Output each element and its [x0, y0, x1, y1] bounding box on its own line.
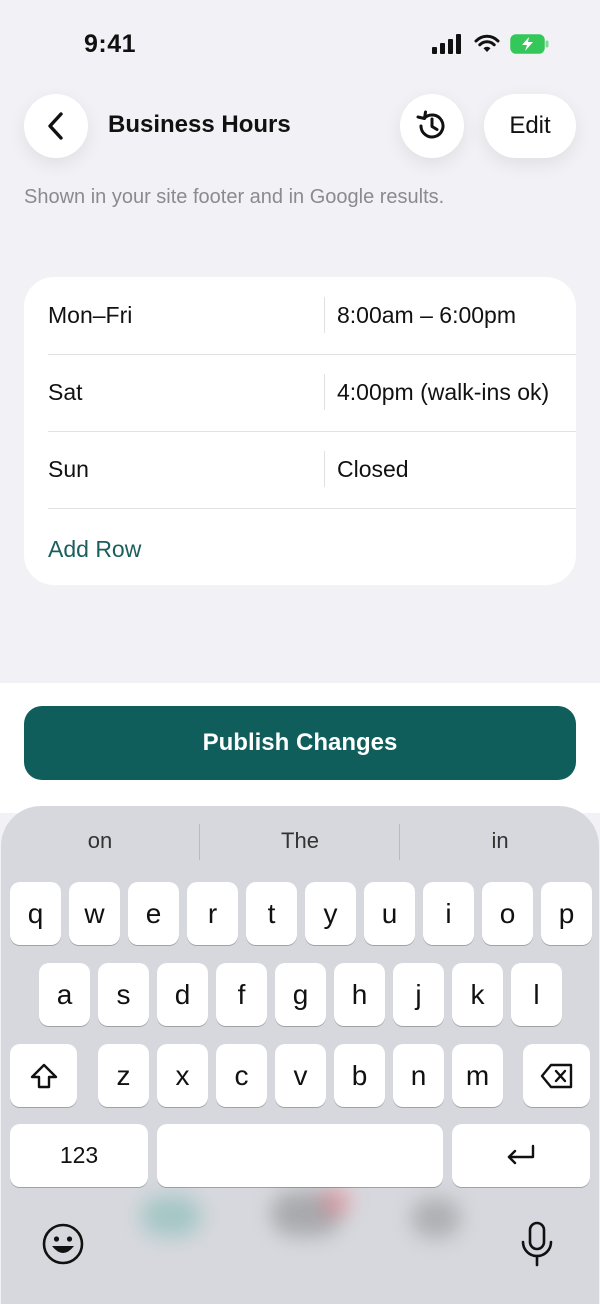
publish-changes-button[interactable]: Publish Changes — [24, 706, 576, 780]
return-icon — [507, 1144, 535, 1164]
suggestion-divider — [199, 824, 200, 860]
hours-table-card: Mon–Fri 8:00am – 6:00pm Sat 4:00pm (walk… — [24, 277, 576, 585]
key-l[interactable]: l — [511, 963, 562, 1026]
shift-icon — [30, 1063, 57, 1088]
key-i[interactable]: i — [423, 882, 474, 945]
emoji-button[interactable] — [41, 1222, 85, 1266]
column-divider — [324, 297, 325, 333]
suggestion-divider — [399, 824, 400, 860]
key-q[interactable]: q — [10, 882, 61, 945]
key-v[interactable]: v — [275, 1044, 326, 1107]
day-cell[interactable]: Sun — [48, 456, 89, 483]
suggestion-item[interactable]: in — [410, 828, 590, 854]
key-c[interactable]: c — [216, 1044, 267, 1107]
space-key[interactable] — [157, 1124, 443, 1187]
day-cell[interactable]: Mon–Fri — [48, 302, 132, 329]
key-j[interactable]: j — [393, 963, 444, 1026]
key-d[interactable]: d — [157, 963, 208, 1026]
key-w[interactable]: w — [69, 882, 120, 945]
suggestion-item[interactable]: on — [10, 828, 190, 854]
edit-button[interactable]: Edit — [484, 94, 576, 158]
return-key[interactable] — [452, 1124, 590, 1187]
shift-key[interactable] — [10, 1044, 77, 1107]
key-a[interactable]: a — [39, 963, 90, 1026]
history-icon — [416, 110, 445, 139]
key-e[interactable]: e — [128, 882, 179, 945]
column-divider — [324, 451, 325, 487]
key-r[interactable]: r — [187, 882, 238, 945]
key-p[interactable]: p — [541, 882, 592, 945]
key-z[interactable]: z — [98, 1044, 149, 1107]
blurred-background — [141, 1196, 201, 1236]
keyboard: on The in q w e r t y u i o p a s d f g … — [1, 806, 599, 1304]
battery-charging-icon — [510, 34, 549, 54]
key-n[interactable]: n — [393, 1044, 444, 1107]
blurred-background — [321, 1186, 351, 1216]
key-b[interactable]: b — [334, 1044, 385, 1107]
key-s[interactable]: s — [98, 963, 149, 1026]
key-k[interactable]: k — [452, 963, 503, 1026]
wifi-icon — [474, 34, 500, 52]
page-subtitle: Shown in your site footer and in Google … — [24, 186, 445, 208]
key-t[interactable]: t — [246, 882, 297, 945]
key-f[interactable]: f — [216, 963, 267, 1026]
table-row[interactable]: Mon–Fri 8:00am – 6:00pm — [48, 277, 576, 355]
key-x[interactable]: x — [157, 1044, 208, 1107]
table-row[interactable]: Sun Closed — [48, 431, 576, 509]
day-cell[interactable]: Sat — [48, 379, 83, 406]
delete-key[interactable] — [523, 1044, 590, 1107]
backspace-icon — [540, 1063, 572, 1088]
emoji-icon — [42, 1223, 84, 1265]
hours-cell[interactable]: 4:00pm (walk-ins ok) — [337, 379, 549, 406]
key-u[interactable]: u — [364, 882, 415, 945]
status-time: 9:41 — [84, 30, 137, 58]
table-row[interactable]: Sat 4:00pm (walk-ins ok) — [48, 354, 576, 432]
key-m[interactable]: m — [452, 1044, 503, 1107]
add-row-button[interactable]: Add Row — [48, 536, 141, 563]
suggestion-item[interactable]: The — [210, 828, 390, 854]
status-icons — [432, 34, 550, 54]
key-y[interactable]: y — [305, 882, 356, 945]
key-o[interactable]: o — [482, 882, 533, 945]
hours-cell[interactable]: Closed — [337, 456, 409, 483]
back-button[interactable] — [24, 94, 88, 158]
column-divider — [324, 374, 325, 410]
chevron-left-icon — [48, 112, 63, 140]
hours-cell[interactable]: 8:00am – 6:00pm — [337, 302, 516, 329]
numbers-key[interactable]: 123 — [10, 1124, 148, 1187]
key-h[interactable]: h — [334, 963, 385, 1026]
cellular-signal-icon — [432, 34, 461, 54]
page-title: Business Hours — [108, 111, 291, 138]
blurred-background — [411, 1198, 461, 1238]
microphone-icon — [521, 1221, 553, 1267]
key-g[interactable]: g — [275, 963, 326, 1026]
history-button[interactable] — [400, 94, 464, 158]
dictation-button[interactable] — [517, 1220, 557, 1268]
